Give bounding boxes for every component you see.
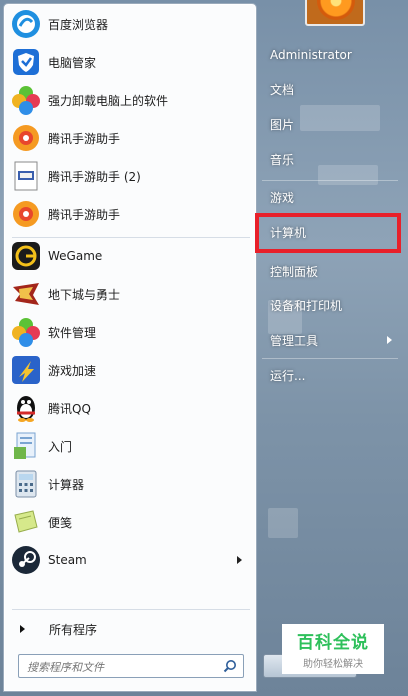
right-item-control-panel[interactable]: 控制面板 (262, 257, 400, 285)
program-item-steam[interactable]: Steam (6, 542, 252, 578)
uninstall-clover-icon (10, 84, 42, 116)
program-item-tencent-mobile-game[interactable]: 腾讯手游助手 (6, 120, 252, 156)
divider (262, 358, 398, 359)
watermark-subtitle: 助你轻松解决 (303, 659, 363, 670)
pc-manager-shield-icon (10, 46, 42, 78)
program-item-sticky-notes[interactable]: 便笺 (6, 504, 252, 540)
right-item-admin-tools[interactable]: 管理工具 (262, 326, 400, 354)
program-label: 电脑管家 (48, 55, 97, 70)
right-item-run[interactable]: 运行... (262, 361, 400, 389)
program-item-calculator[interactable]: 计算器 (6, 466, 252, 502)
right-item-documents[interactable]: 文档 (262, 75, 400, 103)
right-item-games[interactable]: 游戏 (262, 183, 400, 211)
divider (12, 609, 250, 610)
expand-arrow-icon (20, 625, 25, 633)
search-icon[interactable] (223, 659, 237, 673)
program-item-baidu-browser[interactable]: 百度浏览器 (6, 6, 252, 42)
divider (262, 180, 398, 181)
watermark-logo: 百科全说 助你轻松解决 (282, 624, 384, 674)
search-box[interactable] (18, 654, 244, 678)
getting-started-icon (10, 430, 42, 462)
right-item-label: 游戏 (270, 190, 295, 205)
sticky-notes-icon (10, 506, 42, 538)
watermark-title: 百科全说 (297, 633, 369, 653)
program-label: WeGame (48, 249, 103, 263)
all-programs-button[interactable]: 所有程序 (6, 616, 252, 642)
submenu-arrow-icon (387, 336, 392, 344)
document-exe-icon (10, 160, 42, 192)
all-programs-label: 所有程序 (49, 622, 98, 637)
program-label: 腾讯手游助手 (2) (48, 169, 141, 184)
tencent-mobile-game-icon (10, 122, 42, 154)
program-label: 游戏加速 (48, 363, 97, 378)
right-item-label: 运行... (270, 368, 306, 383)
right-item-label: 设备和打印机 (270, 298, 343, 313)
right-item-devices-printers[interactable]: 设备和打印机 (262, 291, 400, 319)
baidu-browser-icon (10, 8, 42, 40)
program-label: 入门 (48, 439, 73, 454)
program-item-pc-manager[interactable]: 电脑管家 (6, 44, 252, 80)
right-item-music[interactable]: 音乐 (262, 145, 400, 173)
start-menu-programs-panel: 百度浏览器 电脑管家 强力卸载电脑上的软件 腾讯手游助手 腾讯手游助手 (2) … (3, 3, 257, 692)
program-label: 腾讯QQ (48, 401, 91, 416)
flower-picture-icon (317, 0, 355, 20)
software-manager-icon (10, 316, 42, 348)
right-item-label: Administrator (270, 48, 352, 62)
program-item-software-manager[interactable]: 软件管理 (6, 314, 252, 350)
program-item-wegame[interactable]: WeGame (6, 238, 252, 274)
game-accelerator-icon (10, 354, 42, 386)
right-item-label: 文档 (270, 82, 295, 97)
dnf-game-icon (10, 278, 42, 310)
right-item-label: 控制面板 (270, 264, 319, 279)
program-item-tencent-mobile-game-3[interactable]: 腾讯手游助手 (6, 196, 252, 232)
program-item-tencent-mobile-game-2[interactable]: 腾讯手游助手 (2) (6, 158, 252, 194)
search-input[interactable] (25, 658, 219, 676)
program-label: Steam (48, 553, 87, 567)
program-label: 百度浏览器 (48, 17, 109, 32)
program-item-uninstall[interactable]: 强力卸载电脑上的软件 (6, 82, 252, 118)
tencent-mobile-game-icon (10, 198, 42, 230)
right-item-label: 图片 (270, 117, 295, 132)
calculator-icon (10, 468, 42, 500)
right-item-administrator[interactable]: Administrator (262, 41, 400, 69)
program-item-dnf[interactable]: 地下城与勇士 (6, 276, 252, 312)
program-item-qq[interactable]: 腾讯QQ (6, 390, 252, 426)
highlight-box (255, 213, 401, 253)
program-item-game-accelerator[interactable]: 游戏加速 (6, 352, 252, 388)
wegame-icon (10, 240, 42, 272)
submenu-arrow-icon (237, 556, 242, 564)
program-label: 计算器 (48, 477, 85, 492)
user-avatar[interactable] (305, 0, 365, 26)
program-label: 腾讯手游助手 (48, 207, 121, 222)
right-item-pictures[interactable]: 图片 (262, 110, 400, 138)
program-label: 软件管理 (48, 325, 97, 340)
program-label: 地下城与勇士 (48, 287, 121, 302)
steam-icon (10, 544, 42, 576)
program-item-getting-started[interactable]: 入门 (6, 428, 252, 464)
program-label: 便笺 (48, 515, 73, 530)
program-label: 腾讯手游助手 (48, 131, 121, 146)
right-item-label: 音乐 (270, 152, 295, 167)
program-label: 强力卸载电脑上的软件 (48, 93, 169, 108)
right-item-label: 管理工具 (270, 333, 319, 348)
qq-penguin-icon (10, 392, 42, 424)
